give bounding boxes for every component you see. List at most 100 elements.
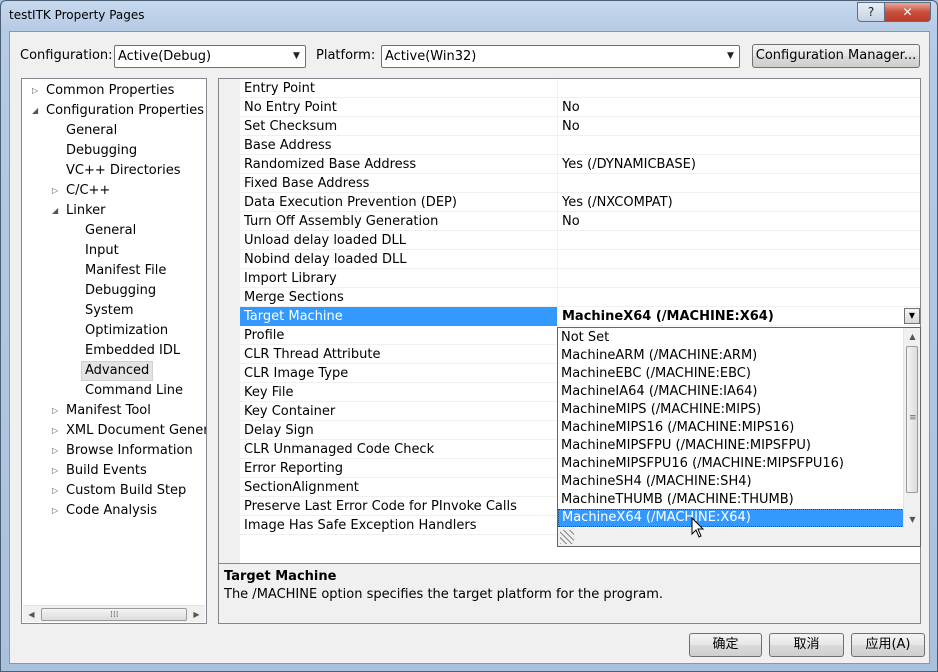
- chevron-down-icon: ▼: [293, 51, 300, 61]
- dropdown-option[interactable]: MachineX64 (/MACHINE:X64): [558, 509, 904, 527]
- property-value[interactable]: No: [562, 117, 580, 136]
- target-machine-dropdown-list[interactable]: MachineX64 (/MACHINE:X64) MachineTHUMB (/…: [557, 327, 921, 547]
- column-divider: [557, 212, 558, 231]
- scroll-left-icon[interactable]: ◀: [23, 606, 40, 623]
- dropdown-option[interactable]: MachineMIPSFPU (/MACHINE:MIPSFPU): [558, 437, 904, 455]
- scrollbar-thumb[interactable]: ≡: [906, 346, 918, 493]
- property-row[interactable]: Nobind delay loaded DLL: [240, 250, 920, 269]
- dropdown-option[interactable]: MachineARM (/MACHINE:ARM): [558, 347, 904, 365]
- collapse-arrow-icon[interactable]: ◢: [52, 201, 58, 221]
- property-name: Entry Point: [244, 81, 315, 96]
- tree-item[interactable]: Input: [85, 241, 119, 261]
- tree-item[interactable]: Embedded IDL: [85, 341, 180, 361]
- tree-item[interactable]: Browse Information: [66, 441, 193, 461]
- property-value[interactable]: Yes (/NXCOMPAT): [562, 193, 673, 212]
- property-row[interactable]: Merge Sections: [240, 288, 920, 307]
- tree-item[interactable]: Build Events: [66, 461, 147, 481]
- tree-item[interactable]: System: [85, 301, 133, 321]
- configuration-manager-button[interactable]: Configuration Manager...: [752, 44, 920, 68]
- tree-item[interactable]: Linker: [66, 201, 106, 221]
- tree-item[interactable]: Debugging: [85, 281, 156, 301]
- dropdown-option[interactable]: MachineEBC (/MACHINE:EBC): [558, 365, 904, 383]
- tree-item[interactable]: Manifest File: [85, 261, 166, 281]
- tree-item[interactable]: General: [66, 121, 117, 141]
- property-row[interactable]: No Entry Point No: [240, 98, 920, 117]
- property-name: Merge Sections: [244, 290, 344, 305]
- column-divider: [557, 155, 558, 174]
- grid-gutter: [219, 79, 240, 563]
- property-name: Image Has Safe Exception Handlers: [244, 518, 477, 533]
- tree-item[interactable]: XML Document Generat: [66, 421, 206, 441]
- scroll-up-icon[interactable]: ▲: [904, 328, 920, 345]
- dropdown-option[interactable]: MachineMIPSFPU16 (/MACHINE:MIPSFPU16): [558, 455, 904, 473]
- property-row[interactable]: Turn Off Assembly Generation No: [240, 212, 920, 231]
- property-row[interactable]: Entry Point: [240, 79, 920, 98]
- tree-item[interactable]: Command Line: [85, 381, 183, 401]
- tree-item[interactable]: General: [85, 221, 136, 241]
- resize-grip-icon[interactable]: [560, 530, 574, 544]
- property-row[interactable]: Set Checksum No: [240, 117, 920, 136]
- dropdown-option[interactable]: MachineMIPS (/MACHINE:MIPS): [558, 401, 904, 419]
- property-name: SectionAlignment: [244, 480, 359, 495]
- tree-item[interactable]: VC++ Directories: [66, 161, 181, 181]
- tree-item[interactable]: C/C++: [66, 181, 110, 201]
- property-tree[interactable]: ◀ ⁞⁞⁞ ▶ ▷ Common Properties ◢ Configuration…: [21, 78, 207, 624]
- tree-item[interactable]: Configuration Properties: [46, 101, 204, 121]
- ok-button[interactable]: 确定: [689, 633, 762, 657]
- configuration-label: Configuration:: [20, 48, 113, 63]
- property-value[interactable]: MachineX64 (/MACHINE:X64): [562, 307, 774, 326]
- scrollbar-thumb[interactable]: ⁞⁞⁞: [41, 608, 187, 621]
- property-row[interactable]: Import Library: [240, 269, 920, 288]
- expand-arrow-icon[interactable]: ▷: [52, 481, 58, 501]
- dropdown-arrow-icon[interactable]: ▼: [904, 308, 920, 324]
- dropdown-option[interactable]: Not Set: [558, 329, 904, 347]
- property-value[interactable]: Yes (/DYNAMICBASE): [562, 155, 696, 174]
- dropdown-option[interactable]: MachineTHUMB (/MACHINE:THUMB): [558, 491, 904, 509]
- property-row[interactable]: Data Execution Prevention (DEP) Yes (/NXC…: [240, 193, 920, 212]
- apply-button[interactable]: 应用(A): [851, 633, 925, 657]
- expand-arrow-icon[interactable]: ▷: [52, 501, 58, 521]
- expand-arrow-icon[interactable]: ▷: [52, 441, 58, 461]
- expand-arrow-icon[interactable]: ▷: [52, 401, 58, 421]
- tree-item[interactable]: Manifest Tool: [66, 401, 151, 421]
- scroll-down-icon[interactable]: ▼: [904, 511, 920, 528]
- column-divider: [557, 307, 558, 326]
- column-divider: [557, 250, 558, 269]
- dropdown-resize-grip[interactable]: [558, 528, 920, 546]
- expand-arrow-icon[interactable]: ▷: [52, 461, 58, 481]
- tree-item[interactable]: Optimization: [85, 321, 168, 341]
- expand-arrow-icon[interactable]: ▷: [52, 181, 58, 201]
- close-button[interactable]: ✕: [884, 2, 931, 22]
- tree-item[interactable]: Code Analysis: [66, 501, 157, 521]
- tree-item[interactable]: Advanced: [81, 361, 154, 381]
- title-bar[interactable]: testITK Property Pages ? ✕: [1, 1, 937, 31]
- tree-item[interactable]: Custom Build Step: [66, 481, 186, 501]
- dropdown-option[interactable]: MachineMIPS16 (/MACHINE:MIPS16): [558, 419, 904, 437]
- property-value[interactable]: No: [562, 98, 580, 117]
- configuration-combo[interactable]: Active(Debug) ▼: [114, 45, 306, 68]
- expand-arrow-icon[interactable]: ▷: [32, 81, 38, 101]
- property-name: Base Address: [244, 138, 332, 153]
- property-value[interactable]: No: [562, 212, 580, 231]
- expand-arrow-icon[interactable]: ▷: [52, 421, 58, 441]
- property-row[interactable]: Base Address: [240, 136, 920, 155]
- property-row[interactable]: Fixed Base Address: [240, 174, 920, 193]
- tree-item[interactable]: Debugging: [66, 141, 137, 161]
- tree-horizontal-scrollbar[interactable]: ◀ ⁞⁞⁞ ▶: [23, 605, 205, 622]
- property-name: No Entry Point: [244, 100, 337, 115]
- dialog-client-area: Configuration: Active(Debug) ▼ Platform:…: [9, 31, 930, 664]
- tree-item[interactable]: Common Properties: [46, 81, 174, 101]
- help-button[interactable]: ?: [857, 2, 885, 22]
- collapse-arrow-icon[interactable]: ◢: [32, 101, 38, 121]
- scroll-right-icon[interactable]: ▶: [188, 606, 205, 623]
- grip-icon: ≡: [909, 413, 917, 423]
- property-row[interactable]: Unload delay loaded DLL: [240, 231, 920, 250]
- cancel-button[interactable]: 取消: [769, 633, 844, 657]
- dropdown-vertical-scrollbar[interactable]: ▲ ≡ ▼: [903, 328, 920, 528]
- property-row[interactable]: Target Machine MachineX64 (/MACHINE:X64) ▼: [240, 307, 920, 326]
- property-row[interactable]: Randomized Base Address Yes (/DYNAMICBASE…: [240, 155, 920, 174]
- dropdown-option[interactable]: MachineIA64 (/MACHINE:IA64): [558, 383, 904, 401]
- dropdown-option[interactable]: MachineSH4 (/MACHINE:SH4): [558, 473, 904, 491]
- property-name: CLR Unmanaged Code Check: [244, 442, 435, 457]
- platform-combo[interactable]: Active(Win32) ▼: [381, 45, 740, 68]
